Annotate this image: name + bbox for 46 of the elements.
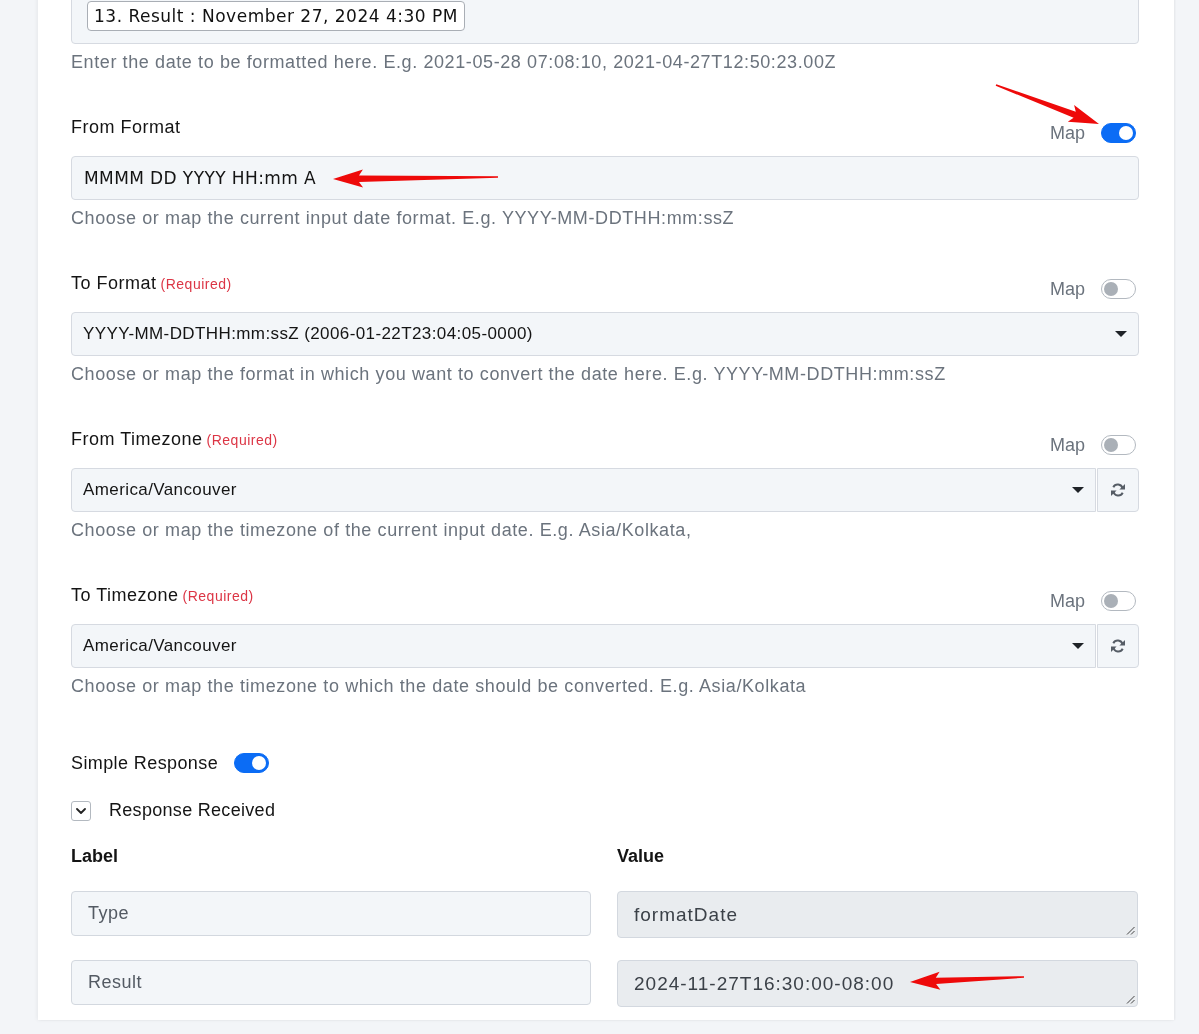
refresh-button[interactable]	[1097, 468, 1139, 512]
value-field[interactable]: 2024-11-27T16:30:00-08:00	[617, 960, 1138, 1007]
help-text: Choose or map the timezone of the current input date. E.g. Asia/Kolkata,	[71, 520, 693, 540]
help-text: Enter the date to be formatted here. E.g. 2021-05-28 07:08:10, 2021-04-27T12:50:23.00Z	[71, 52, 838, 72]
dropdown-field[interactable]: America/Vancouver	[71, 624, 1096, 668]
required-note: (Required)	[206, 431, 278, 450]
simple-response-toggle[interactable]	[234, 753, 270, 773]
section-title: Response Received	[109, 799, 276, 822]
field-label: From Timezone	[71, 429, 203, 449]
caret-down-icon	[1115, 331, 1127, 337]
map-toggle[interactable]	[1101, 435, 1136, 455]
required-note: (Required)	[182, 587, 254, 606]
dropdown-field[interactable]: YYYY-MM-DDTHH:mm:ssZ (2006-01-22T23:04:05-0000)	[71, 312, 1139, 356]
map-label: Map	[1050, 435, 1085, 455]
refresh-icon	[1110, 482, 1126, 498]
chevron-icon	[76, 808, 86, 814]
map-toggle[interactable]	[1101, 279, 1136, 299]
resize-handle-icon	[1126, 995, 1135, 1004]
field-label: To Timezone	[71, 585, 179, 605]
refresh-icon	[1110, 638, 1126, 654]
label-field[interactable]: Result	[71, 960, 591, 1005]
label-field[interactable]: Type	[71, 891, 591, 936]
resize-handle-icon	[1126, 926, 1135, 935]
map-toggle[interactable]	[1101, 123, 1136, 143]
map-toggle[interactable]	[1101, 591, 1136, 611]
required-note: (Required)	[160, 275, 232, 294]
column-header: Value	[617, 846, 666, 866]
simple-response-label: Simple Response	[71, 752, 219, 775]
field-label: From Format	[71, 117, 181, 137]
refresh-button[interactable]	[1097, 624, 1139, 668]
column-header: Label	[71, 846, 119, 866]
map-label: Map	[1050, 123, 1085, 143]
map-label: Map	[1050, 591, 1085, 611]
date-input-field[interactable]: 13. Result : November 27, 2024 4:30 PM	[71, 0, 1139, 44]
field-label: To Format	[71, 273, 157, 293]
help-text: Choose or map the current input date format. E.g. YYYY-MM-DDTHH:mm:ssZ	[71, 208, 736, 228]
caret-down-icon	[1072, 487, 1084, 493]
help-text: Choose or map the timezone to which the date should be converted. E.g. Asia/Kolkata	[71, 676, 808, 696]
mapped-value-chip[interactable]: 13. Result : November 27, 2024 4:30 PM	[87, 1, 465, 31]
text-input-field[interactable]: MMMM DD YYYY HH:mm A	[71, 156, 1139, 200]
expand-toggle[interactable]	[71, 801, 91, 821]
caret-down-icon	[1072, 643, 1084, 649]
dropdown-field[interactable]: America/Vancouver	[71, 468, 1096, 512]
help-text: Choose or map the format in which you want to convert the date here. E.g. YYYY-MM-DDTHH:mm:ssZ	[71, 364, 947, 384]
value-field[interactable]: formatDate	[617, 891, 1138, 938]
map-label: Map	[1050, 279, 1085, 299]
